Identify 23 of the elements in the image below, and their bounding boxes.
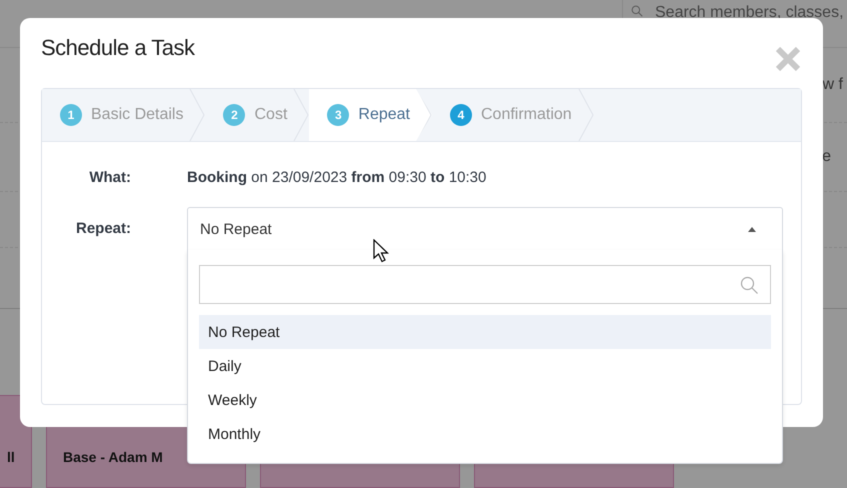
- wizard-step[interactable]: 3 Repeat: [309, 89, 416, 141]
- search-field[interactable]: Search members, classes,: [622, 0, 847, 47]
- event-title: ll: [7, 448, 15, 464]
- dropdown-option[interactable]: Daily: [199, 349, 771, 383]
- step-number: 3: [327, 104, 350, 126]
- background-text: e: [822, 148, 831, 166]
- repeat-label: Repeat:: [74, 220, 131, 237]
- event-title: Base - Adam M: [63, 448, 163, 464]
- step-number: 4: [450, 104, 472, 126]
- background-text: w f: [822, 76, 843, 94]
- search-icon: [740, 276, 758, 294]
- repeat-select[interactable]: No Repeat: [187, 207, 783, 251]
- step-number: 2: [223, 104, 246, 126]
- step-number: 1: [60, 104, 82, 126]
- search-icon: [631, 3, 643, 19]
- caret-icon: [748, 226, 756, 232]
- dialog-title: Schedule a Task: [41, 35, 195, 62]
- close-icon[interactable]: [775, 46, 801, 72]
- booking-summary: Booking on 23/09/2023 from 09:30 to 10:30: [187, 169, 486, 186]
- dropdown-option[interactable]: No Repeat: [199, 315, 771, 349]
- search-field[interactable]: [199, 265, 771, 304]
- what-label: What:: [88, 169, 131, 186]
- wizard-step[interactable]: 4 Confirmation: [432, 89, 578, 141]
